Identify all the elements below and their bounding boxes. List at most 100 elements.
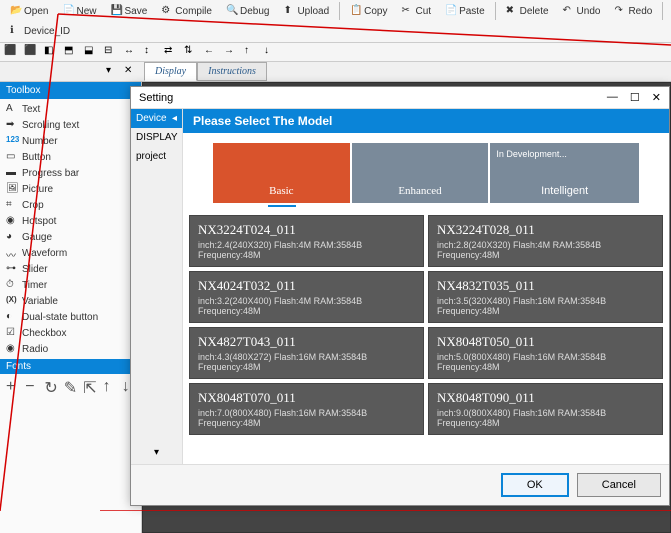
model-card[interactable]: NX8048T090_011inch:9.0(800X480) Flash:16…	[428, 383, 663, 435]
redo-button[interactable]: ↷Redo	[608, 2, 658, 20]
tool-crop[interactable]: ⌗Crop	[0, 197, 141, 213]
debug-button[interactable]: 🔍Debug	[220, 2, 275, 20]
undo-icon: ↶	[563, 5, 575, 17]
tool-gauge[interactable]: ◕Gauge	[0, 229, 141, 245]
variable-icon: (X)	[6, 295, 18, 307]
timer-icon: ⏱	[6, 279, 18, 291]
model-card[interactable]: NX8048T050_011inch:5.0(800X480) Flash:16…	[428, 327, 663, 379]
fonts-remove-icon[interactable]: −	[25, 378, 38, 392]
compile-button[interactable]: ⚙Compile	[155, 2, 218, 20]
crop-icon: ⌗	[6, 199, 18, 211]
modal-titlebar: Setting — ☐ ✕	[131, 87, 669, 108]
fonts-refresh-icon[interactable]: ↻	[44, 378, 57, 392]
main-toolbar: 📂Open 📄New 💾Save ⚙Compile 🔍Debug ⬆Upload…	[0, 0, 671, 43]
new-button[interactable]: 📄New	[56, 2, 102, 20]
undo-button[interactable]: ↶Undo	[557, 2, 607, 20]
fonts-add-icon[interactable]: +	[6, 378, 19, 392]
tool-dual-state[interactable]: ◐Dual-state button	[0, 309, 141, 325]
nav-display[interactable]: DISPLAY	[131, 128, 182, 147]
checkbox-icon: ☑	[6, 327, 18, 339]
distribute-v-icon[interactable]: ↕	[144, 45, 158, 59]
tool-scrolling-text[interactable]: ➡Scrolling text	[0, 117, 141, 133]
model-card[interactable]: NX3224T028_011inch:2.8(240X320) Flash:4M…	[428, 215, 663, 267]
tab-enhanced[interactable]: Enhanced	[352, 143, 489, 203]
nav-project[interactable]: project	[131, 147, 182, 166]
tool-checkbox[interactable]: ☑Checkbox	[0, 325, 141, 341]
fonts-tools: + − ↻ ✎ ⇱ ↑ ↓	[0, 374, 141, 396]
tab-basic[interactable]: Basic	[213, 143, 350, 203]
ok-button[interactable]: OK	[501, 473, 569, 497]
redo-icon: ↷	[614, 5, 626, 17]
fonts-header: Fonts	[0, 359, 141, 374]
tab-intelligent[interactable]: In Development... Intelligent	[490, 143, 639, 203]
nav-expand-icon[interactable]: ▾	[154, 447, 159, 458]
align-left-icon[interactable]: ⬛	[4, 45, 18, 59]
model-card[interactable]: NX3224T024_011inch:2.4(240X320) Flash:4M…	[189, 215, 424, 267]
arrow-left-icon[interactable]: ←	[204, 45, 218, 59]
close-button[interactable]: ✕	[652, 91, 661, 104]
document-tabs-row: ▾ ✕ Display Instructions	[0, 62, 671, 82]
model-grid: NX3224T024_011inch:2.4(240X320) Flash:4M…	[183, 211, 669, 439]
fonts-export-icon[interactable]: ⇱	[83, 378, 96, 392]
tab-display[interactable]: Display	[144, 62, 197, 81]
device-id-button[interactable]: ℹDevice_ID	[4, 22, 76, 40]
paste-icon: 📄	[445, 5, 457, 17]
button-icon: ▭	[6, 151, 18, 163]
scrolling-text-icon: ➡	[6, 119, 18, 131]
align-top-icon[interactable]: ⬒	[64, 45, 78, 59]
radio-icon: ◉	[6, 343, 18, 355]
panel-pin-icon[interactable]: ▾	[106, 65, 120, 79]
tool-slider[interactable]: ⊶Slider	[0, 261, 141, 277]
same-height-icon[interactable]: ⇅	[184, 45, 198, 59]
fonts-edit-icon[interactable]: ✎	[64, 378, 77, 392]
model-card[interactable]: NX8048T070_011inch:7.0(800X480) Flash:16…	[189, 383, 424, 435]
tool-waveform[interactable]: 〰Waveform	[0, 245, 141, 261]
align-middle-icon[interactable]: ⬓	[84, 45, 98, 59]
tool-timer[interactable]: ⏱Timer	[0, 277, 141, 293]
tool-variable[interactable]: (X)Variable	[0, 293, 141, 309]
tool-radio[interactable]: ◉Radio	[0, 341, 141, 357]
arrow-right-icon[interactable]: →	[224, 45, 238, 59]
tab-instructions[interactable]: Instructions	[197, 62, 267, 81]
model-card[interactable]: NX4827T043_011inch:4.3(480X272) Flash:16…	[189, 327, 424, 379]
picture-icon: 🖼	[6, 183, 18, 195]
align-right-icon[interactable]: ◧	[44, 45, 58, 59]
nav-device[interactable]: Device◂	[131, 109, 182, 128]
upload-button[interactable]: ⬆Upload	[277, 2, 335, 20]
tool-picture[interactable]: 🖼Picture	[0, 181, 141, 197]
gauge-icon: ◕	[6, 231, 18, 243]
minimize-button[interactable]: —	[607, 91, 618, 104]
arrow-down-icon[interactable]: ↓	[264, 45, 278, 59]
number-icon: 123	[6, 135, 18, 147]
distribute-h-icon[interactable]: ↔	[124, 45, 138, 59]
tool-text[interactable]: AText	[0, 101, 141, 117]
hotspot-icon: ◉	[6, 215, 18, 227]
debug-icon: 🔍	[226, 5, 238, 17]
tool-number[interactable]: 123Number	[0, 133, 141, 149]
modal-content: Please Select The Model Basic Enhanced I…	[183, 109, 669, 464]
arrow-up-icon[interactable]: ↑	[244, 45, 258, 59]
tool-progress-bar[interactable]: ▬Progress bar	[0, 165, 141, 181]
copy-icon: 📋	[350, 5, 362, 17]
model-card[interactable]: NX4832T035_011inch:3.5(320X480) Flash:16…	[428, 271, 663, 323]
maximize-button[interactable]: ☐	[630, 91, 640, 104]
model-card[interactable]: NX4024T032_011inch:3.2(240X400) Flash:4M…	[189, 271, 424, 323]
open-button[interactable]: 📂Open	[4, 2, 54, 20]
align-bottom-icon[interactable]: ⊟	[104, 45, 118, 59]
tool-button[interactable]: ▭Button	[0, 149, 141, 165]
cancel-button[interactable]: Cancel	[577, 473, 661, 497]
tool-hotspot[interactable]: ◉Hotspot	[0, 213, 141, 229]
paste-button[interactable]: 📄Paste	[439, 2, 491, 20]
panel-close-icon[interactable]: ✕	[124, 65, 138, 79]
cut-button[interactable]: ✂Cut	[396, 2, 438, 20]
align-center-icon[interactable]: ⬛	[24, 45, 38, 59]
save-button[interactable]: 💾Save	[104, 2, 153, 20]
delete-button[interactable]: ✖Delete	[500, 2, 555, 20]
sub-toolbar: ⬛ ⬛ ◧ ⬒ ⬓ ⊟ ↔ ↕ ⇄ ⇅ ← → ↑ ↓	[0, 43, 671, 62]
waveform-icon: 〰	[6, 247, 18, 259]
copy-button[interactable]: 📋Copy	[344, 2, 393, 20]
cut-icon: ✂	[402, 5, 414, 17]
same-width-icon[interactable]: ⇄	[164, 45, 178, 59]
fonts-up-icon[interactable]: ↑	[103, 378, 116, 392]
toolbox-header: Toolbox	[0, 82, 141, 99]
